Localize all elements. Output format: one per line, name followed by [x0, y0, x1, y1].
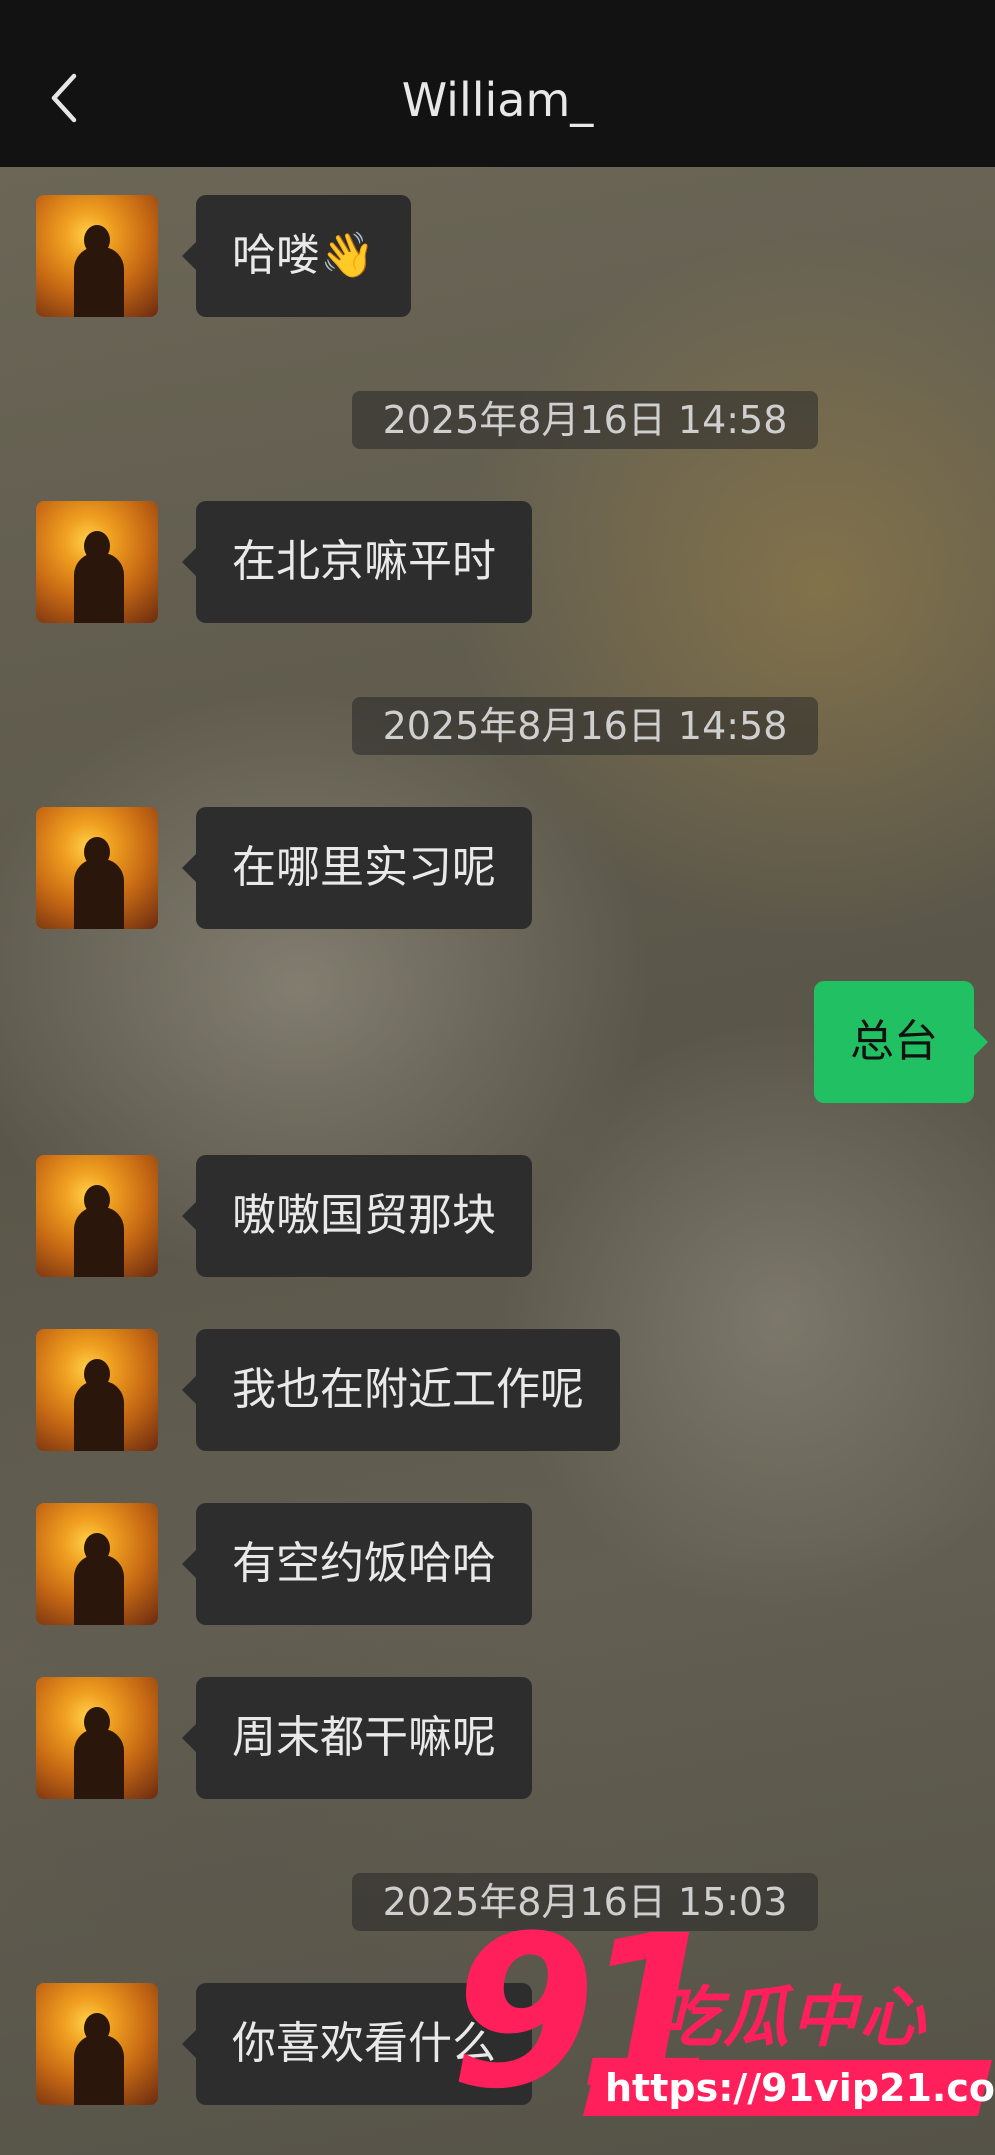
incoming-message-bubble[interactable]: 周末都干嘛呢 — [182, 1677, 532, 1799]
contact-avatar[interactable] — [36, 1155, 158, 1277]
contact-avatar[interactable] — [36, 195, 158, 317]
incoming-message-bubble[interactable]: 在北京嘛平时 — [182, 501, 532, 623]
incoming-message-bubble[interactable]: 有空约饭哈哈 — [182, 1503, 532, 1625]
incoming-message-bubble[interactable]: 嗷嗷国贸那块 — [182, 1155, 532, 1277]
incoming-message-bubble[interactable]: 在哪里实习呢 — [182, 807, 532, 929]
contact-avatar[interactable] — [36, 501, 158, 623]
watermark-logo: 91 吃瓜中心 https://91vip21.com — [440, 1898, 995, 2148]
watermark-url: https://91vip21.com — [605, 2066, 995, 2110]
watermark-name: 吃瓜中心 — [655, 1979, 927, 2056]
incoming-message-bubble[interactable]: 我也在附近工作呢 — [182, 1329, 620, 1451]
contact-avatar[interactable] — [36, 1329, 158, 1451]
outgoing-message-bubble[interactable]: 总台 — [814, 981, 988, 1103]
timestamp: 2025年8月16日 14:58 — [352, 697, 818, 755]
contact-avatar[interactable] — [36, 1983, 158, 2105]
timestamp: 2025年8月16日 14:58 — [352, 391, 818, 449]
contact-avatar[interactable] — [36, 807, 158, 929]
chat-header: William_ — [0, 0, 995, 167]
incoming-message-bubble[interactable]: 哈喽👋 — [182, 195, 411, 317]
chat-title: William_ — [401, 73, 594, 127]
contact-avatar[interactable] — [36, 1503, 158, 1625]
contact-avatar[interactable] — [36, 1677, 158, 1799]
